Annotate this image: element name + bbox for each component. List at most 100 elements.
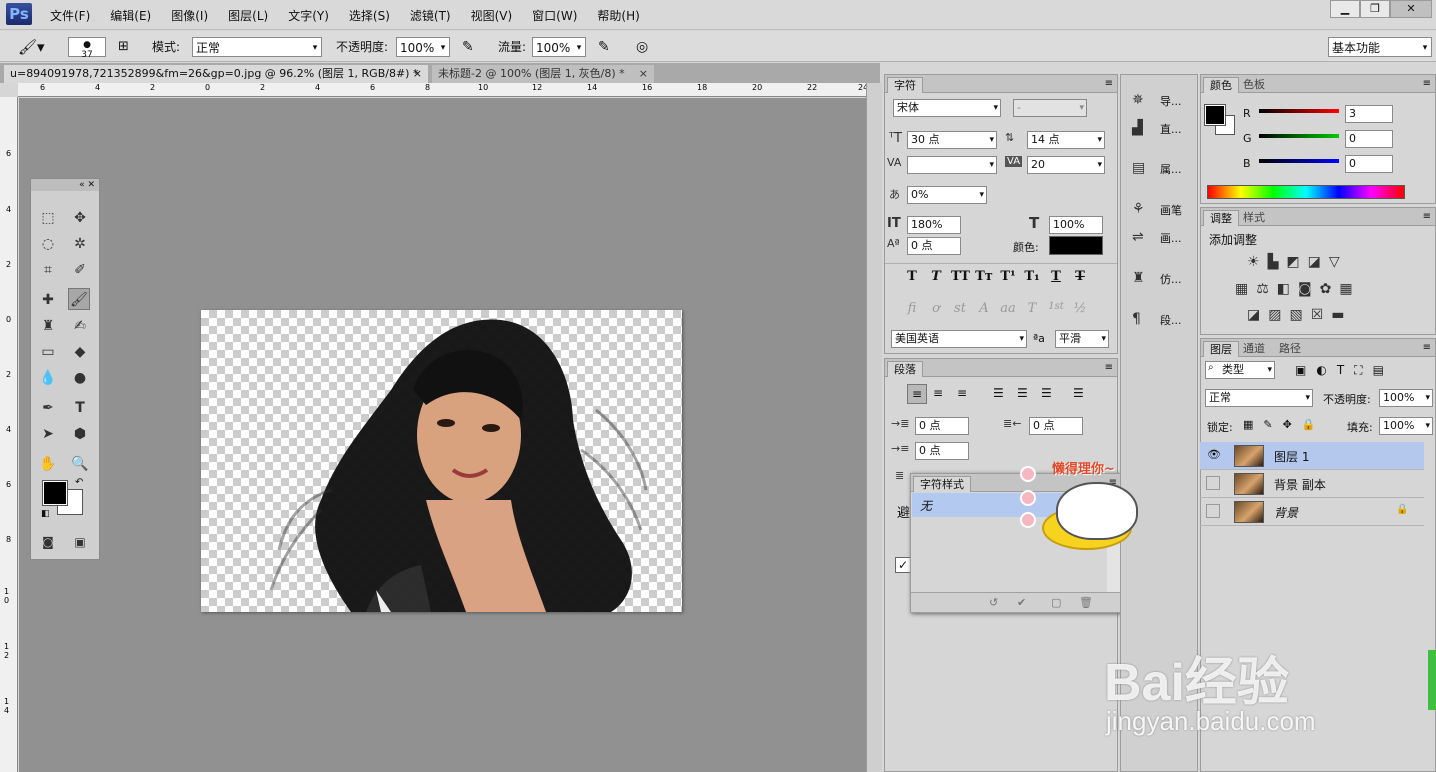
threshold-icon[interactable]: ▧ xyxy=(1289,307,1302,323)
contextual-alternates-button[interactable]: ơ xyxy=(927,301,945,316)
posterize-icon[interactable]: ▨ xyxy=(1268,307,1281,323)
tab-paths[interactable]: 路径 xyxy=(1273,341,1307,357)
lock-transparent-icon[interactable]: ▦ xyxy=(1243,418,1253,431)
layer-filter-select[interactable]: 类型 xyxy=(1205,361,1275,379)
align-left-button[interactable]: ≡ xyxy=(907,384,927,404)
justify-left-button[interactable]: ☰ xyxy=(993,386,1004,400)
baseline-shift-input[interactable]: 0 点 xyxy=(907,237,961,255)
filter-pixel-icon[interactable]: ▣ xyxy=(1295,363,1306,378)
blue-input[interactable]: 0 xyxy=(1345,155,1393,173)
canvas-scrollbar[interactable] xyxy=(866,83,882,772)
titling-alternates-button[interactable]: T xyxy=(1023,301,1041,316)
underline-button[interactable]: T xyxy=(1047,269,1065,284)
menu-view[interactable]: 视图(V) xyxy=(461,7,523,24)
menu-window[interactable]: 窗口(W) xyxy=(522,7,587,24)
menu-edit[interactable]: 编辑(E) xyxy=(100,7,161,24)
path-selection-tool-icon[interactable]: ➤ xyxy=(37,423,59,445)
lock-image-icon[interactable]: ✎ xyxy=(1263,418,1272,431)
tab-character[interactable]: 字符 xyxy=(887,77,923,93)
justify-right-button[interactable]: ☰ xyxy=(1041,386,1052,400)
swash-button[interactable]: A xyxy=(975,301,993,316)
menu-layer[interactable]: 图层(L) xyxy=(218,7,278,24)
eraser-tool-icon[interactable]: ▭ xyxy=(37,341,59,363)
pressure-size-icon[interactable]: ◎ xyxy=(636,37,648,57)
black-white-icon[interactable]: ◧ xyxy=(1277,281,1290,297)
screen-mode-icon[interactable]: ▣ xyxy=(69,531,91,553)
doc-tab-1[interactable]: u=894091978,721352899&fm=26&gp=0.jpg @ 9… xyxy=(4,65,428,83)
indent-right-input[interactable]: 0 点 xyxy=(1029,417,1083,435)
brush-presets-panel-button[interactable]: ⇌ 画... xyxy=(1122,223,1196,251)
green-slider[interactable] xyxy=(1259,134,1339,138)
doc-tab-1-close-icon[interactable]: × xyxy=(413,65,422,83)
doc-tab-2[interactable]: 未标题-2 @ 100% (图层 1, 灰色/8) * × xyxy=(432,65,654,83)
type-tool-icon[interactable]: T xyxy=(69,397,91,419)
clone-source-panel-button[interactable]: ♜ 仿... xyxy=(1122,264,1196,292)
blue-slider[interactable] xyxy=(1259,159,1339,163)
history-brush-tool-icon[interactable]: ✍ xyxy=(69,315,91,337)
brush-tool-icon[interactable]: 🖌 xyxy=(68,288,90,310)
menu-type[interactable]: 文字(Y) xyxy=(278,7,339,24)
faux-italic-button[interactable]: T xyxy=(927,269,945,284)
dodge-tool-icon[interactable]: ● xyxy=(69,367,91,389)
shape-tool-icon[interactable]: ⬢ xyxy=(69,423,91,445)
hand-tool-icon[interactable]: ✋ xyxy=(37,453,59,475)
superscript-button[interactable]: T¹ xyxy=(999,269,1017,284)
airbrush-icon[interactable]: ✎ xyxy=(598,37,610,57)
antialias-select[interactable]: 平滑 xyxy=(1055,330,1109,348)
document-image[interactable] xyxy=(201,310,682,612)
menu-filter[interactable]: 滤镜(T) xyxy=(400,7,461,24)
red-slider[interactable] xyxy=(1259,109,1339,113)
minimize-button[interactable]: ▁ xyxy=(1330,0,1360,18)
menu-file[interactable]: 文件(F) xyxy=(40,7,100,24)
brush-panel-button[interactable]: ⚘ 画笔 xyxy=(1122,195,1196,223)
strikethrough-button[interactable]: T xyxy=(1071,269,1089,284)
subscript-button[interactable]: T₁ xyxy=(1023,269,1041,284)
channel-mixer-icon[interactable]: ✿ xyxy=(1320,281,1332,297)
leading-input[interactable]: 14 点 xyxy=(1027,131,1105,149)
text-color-swatch[interactable] xyxy=(1049,236,1103,255)
lasso-tool-icon[interactable]: ◌ xyxy=(37,233,59,255)
properties-panel-button[interactable]: ▤ 属... xyxy=(1122,154,1196,182)
filter-adjustment-icon[interactable]: ◐ xyxy=(1316,363,1326,378)
vibrance-icon[interactable]: ▽ xyxy=(1329,254,1340,270)
default-colors-icon[interactable]: ◧ xyxy=(41,509,50,519)
tab-paragraph[interactable]: 段落 xyxy=(887,361,923,377)
layer-name[interactable]: 背景 副本 xyxy=(1274,476,1326,493)
navigator-panel-button[interactable]: ✵ 导... xyxy=(1122,86,1196,114)
flow-input[interactable]: 100% xyxy=(532,37,586,57)
clone-stamp-tool-icon[interactable]: ♜ xyxy=(37,315,59,337)
hue-saturation-icon[interactable]: ▦ xyxy=(1235,281,1248,297)
restore-button[interactable]: ❐ xyxy=(1360,0,1390,18)
tab-layers[interactable]: 图层 xyxy=(1203,341,1239,357)
panel-menu-icon[interactable]: ≡ xyxy=(1423,208,1431,226)
fill-input[interactable]: 100% xyxy=(1379,417,1433,435)
swap-colors-icon[interactable]: ↶ xyxy=(75,477,83,488)
faux-bold-button[interactable]: T xyxy=(903,269,921,284)
font-family-select[interactable]: 宋体 xyxy=(893,99,1001,117)
tab-color[interactable]: 颜色 xyxy=(1203,77,1239,93)
tab-character-styles[interactable]: 字符样式 xyxy=(913,476,971,492)
panel-menu-icon[interactable]: ≡ xyxy=(1423,339,1431,357)
panel-menu-icon[interactable]: ≡ xyxy=(1423,75,1431,93)
color-spectrum-bar[interactable] xyxy=(1207,185,1405,199)
move-tool-icon[interactable]: ✥ xyxy=(69,207,91,229)
gradient-map-icon[interactable]: ▬ xyxy=(1331,307,1344,323)
paint-bucket-tool-icon[interactable]: ◆ xyxy=(69,341,91,363)
invert-icon[interactable]: ◪ xyxy=(1247,307,1260,323)
menu-help[interactable]: 帮助(H) xyxy=(587,7,649,24)
justify-center-button[interactable]: ☰ xyxy=(1017,386,1028,400)
mode-select[interactable]: 正常 xyxy=(192,37,322,57)
tab-adjustments[interactable]: 调整 xyxy=(1203,210,1239,226)
stylistic-alternates-button[interactable]: aa xyxy=(999,301,1017,316)
visibility-eye-icon[interactable]: 👁 xyxy=(1207,448,1221,461)
blur-tool-icon[interactable]: 💧 xyxy=(37,367,59,389)
crop-tool-icon[interactable]: ⌗ xyxy=(37,259,59,281)
zoom-tool-icon[interactable]: 🔍 xyxy=(69,453,91,475)
filter-shape-icon[interactable]: ⛶ xyxy=(1354,363,1362,378)
tracking-input[interactable]: 20 xyxy=(1027,156,1105,174)
selective-color-icon[interactable]: ☒ xyxy=(1311,307,1324,323)
indent-first-line-input[interactable]: 0 点 xyxy=(915,442,969,460)
quick-select-tool-icon[interactable]: ✲ xyxy=(69,233,91,255)
curves-icon[interactable]: ◩ xyxy=(1286,254,1299,270)
visibility-toggle[interactable] xyxy=(1206,504,1220,518)
